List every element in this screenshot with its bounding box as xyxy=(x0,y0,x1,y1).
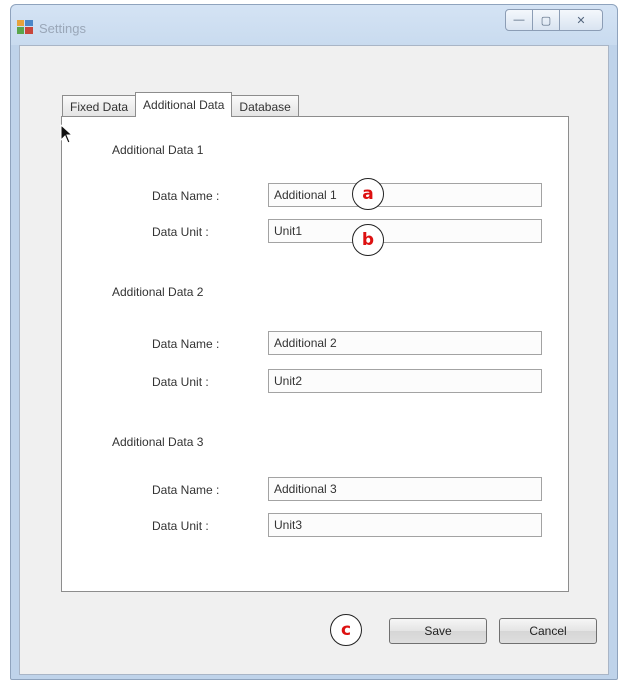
title-bar[interactable]: Settings — ▢ ✕ xyxy=(11,5,617,45)
group-title-additional-data-2: Additional Data 2 xyxy=(112,285,204,299)
data-unit-input-1[interactable] xyxy=(268,219,542,243)
dialog-client-area: Fixed Data Additional Data Database Addi… xyxy=(19,45,609,675)
data-unit-label-2: Data Unit : xyxy=(152,375,209,389)
cancel-button[interactable]: Cancel xyxy=(499,618,597,644)
data-name-label-2: Data Name : xyxy=(152,337,220,351)
data-name-input-2[interactable] xyxy=(268,331,542,355)
annotation-marker-c: c xyxy=(330,614,362,646)
tab-strip: Fixed Data Additional Data Database xyxy=(62,92,299,117)
close-button[interactable]: ✕ xyxy=(559,9,603,31)
data-unit-input-2[interactable] xyxy=(268,369,542,393)
minimize-button[interactable]: — xyxy=(505,9,533,31)
maximize-icon: ▢ xyxy=(540,14,552,27)
additional-data-panel: Additional Data 1 Data Name : Data Unit … xyxy=(61,116,569,592)
data-unit-input-3[interactable] xyxy=(268,513,542,537)
maximize-button[interactable]: ▢ xyxy=(532,9,560,31)
close-icon: ✕ xyxy=(576,14,586,27)
tab-database[interactable]: Database xyxy=(231,95,299,117)
annotation-marker-a: a xyxy=(352,178,384,210)
data-name-input-1[interactable] xyxy=(268,183,542,207)
save-button[interactable]: Save xyxy=(389,618,487,644)
data-unit-label-1: Data Unit : xyxy=(152,225,209,239)
window-title: Settings xyxy=(39,21,86,36)
data-name-input-3[interactable] xyxy=(268,477,542,501)
app-icon xyxy=(17,20,33,34)
minimize-icon: — xyxy=(513,14,525,26)
settings-window: Settings — ▢ ✕ Fixed Data Additional Dat… xyxy=(10,4,618,680)
data-name-label-1: Data Name : xyxy=(152,189,220,203)
group-title-additional-data-3: Additional Data 3 xyxy=(112,435,204,449)
mouse-cursor-icon xyxy=(60,124,74,144)
data-unit-label-3: Data Unit : xyxy=(152,519,209,533)
tab-fixed-data[interactable]: Fixed Data xyxy=(62,95,137,117)
annotation-marker-b: b xyxy=(352,224,384,256)
data-name-label-3: Data Name : xyxy=(152,483,220,497)
group-title-additional-data-1: Additional Data 1 xyxy=(112,143,204,157)
window-controls: — ▢ ✕ xyxy=(505,9,603,31)
tab-additional-data[interactable]: Additional Data xyxy=(135,92,233,117)
